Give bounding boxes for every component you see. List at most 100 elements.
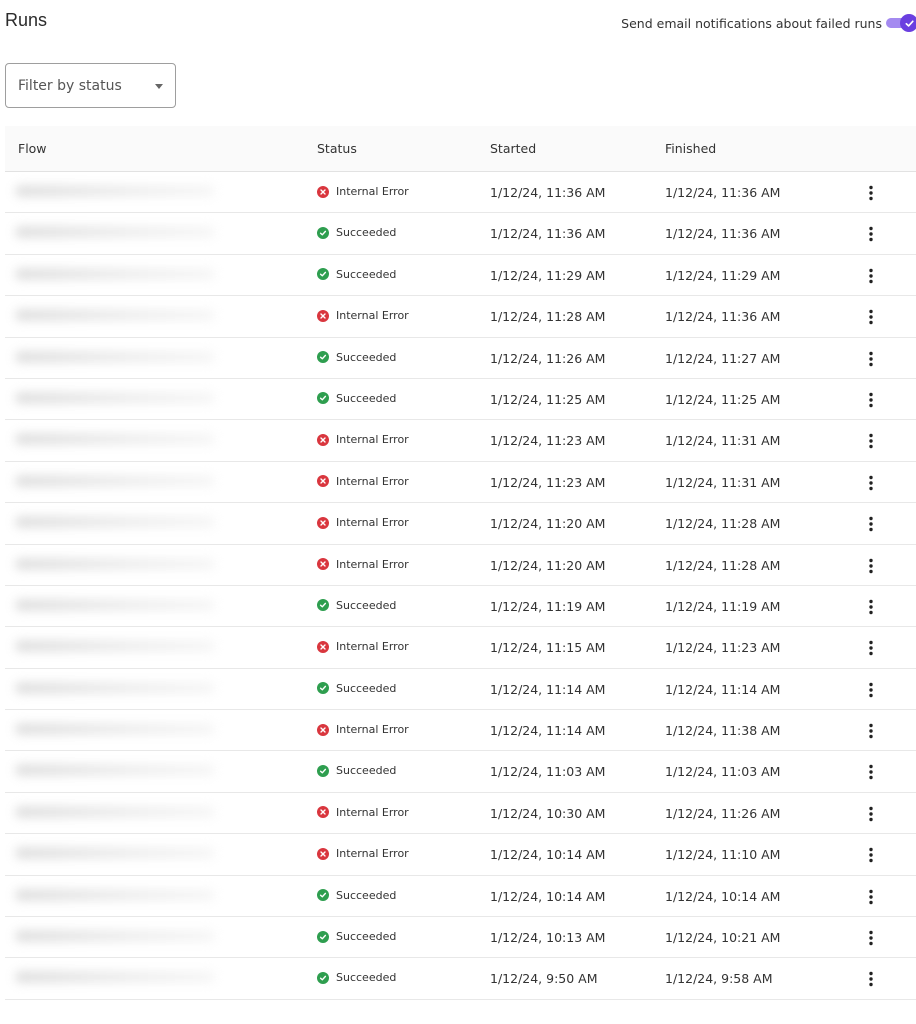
more-options-icon[interactable] [861,223,881,245]
table-row[interactable]: Internal Error 1/12/24, 11:36 AM 1/12/24, … [5,172,916,214]
more-options-icon[interactable] [861,348,881,370]
more-options-icon[interactable] [861,513,881,535]
table-row[interactable]: Internal Error 1/12/24, 11:20 AM 1/12/24, … [5,545,916,586]
status-cell: Internal Error [317,806,409,819]
more-options-icon[interactable] [861,886,881,908]
status-label: Succeeded [336,681,397,695]
more-options-icon[interactable] [861,555,881,577]
finished-time: 1/12/24, 11:36 AM [665,309,781,325]
more-options-icon[interactable] [861,803,881,825]
status-cell: Internal Error [317,640,409,653]
finished-time: 1/12/24, 9:58 AM [665,971,773,987]
status-cell: Internal Error [317,558,409,571]
more-options-icon[interactable] [861,844,881,866]
more-options-icon[interactable] [861,472,881,494]
table-row[interactable]: Succeeded 1/12/24, 9:50 AM 1/12/24, 9:58 A… [5,958,916,1000]
table-row[interactable]: Succeeded 1/12/24, 11:26 AM 1/12/24, 11:27… [5,338,916,379]
status-cell: Succeeded [317,599,396,612]
status-label: Succeeded [336,226,397,240]
table-row[interactable]: Internal Error 1/12/24, 11:20 AM 1/12/24, … [5,503,916,545]
started-time: 1/12/24, 10:14 AM [490,888,606,904]
table-row[interactable]: Succeeded 1/12/24, 11:14 AM 1/12/24, 11:14… [5,669,916,711]
table-body: Internal Error 1/12/24, 11:36 AM 1/12/24, … [5,172,916,1000]
table-row[interactable]: Succeeded 1/12/24, 10:14 AM 1/12/24, 10:14… [5,876,916,918]
finished-time: 1/12/24, 11:25 AM [665,391,781,407]
more-options-icon[interactable] [861,720,881,742]
table-row[interactable]: Succeeded 1/12/24, 11:19 AM 1/12/24, 11:19… [5,586,916,628]
finished-time: 1/12/24, 11:10 AM [665,847,781,863]
started-time: 1/12/24, 10:13 AM [490,930,606,946]
table-row[interactable]: Succeeded 1/12/24, 11:25 AM 1/12/24, 11:25… [5,379,916,421]
more-options-icon[interactable] [861,761,881,783]
table-header: Flow Status Started Finished [5,126,916,172]
success-check-icon [317,971,329,984]
table-row[interactable]: Succeeded 1/12/24, 11:03 AM 1/12/24, 11:03… [5,751,916,793]
success-check-icon [317,226,329,239]
flow-name-redacted [15,350,215,363]
finished-time: 1/12/24, 11:28 AM [665,557,781,573]
table-row[interactable]: Internal Error 1/12/24, 11:28 AM 1/12/24, … [5,296,916,338]
more-options-icon[interactable] [861,679,881,701]
flow-name-redacted [15,557,215,570]
more-options-icon[interactable] [861,637,881,659]
error-icon [317,558,329,571]
more-options-icon[interactable] [861,596,881,618]
column-header-status[interactable]: Status [317,141,357,156]
table-row[interactable]: Internal Error 1/12/24, 11:23 AM 1/12/24, … [5,462,916,504]
started-time: 1/12/24, 11:20 AM [490,557,606,573]
finished-time: 1/12/24, 11:29 AM [665,267,781,283]
started-time: 1/12/24, 11:19 AM [490,598,606,614]
more-options-icon[interactable] [861,265,881,287]
column-header-flow[interactable]: Flow [18,141,47,156]
flow-name-redacted [15,971,215,984]
column-header-finished[interactable]: Finished [665,141,716,156]
check-icon [900,14,916,32]
status-cell: Succeeded [317,764,396,777]
finished-time: 1/12/24, 11:03 AM [665,764,781,780]
more-options-icon[interactable] [861,306,881,328]
status-label: Internal Error [336,557,409,571]
table-row[interactable]: Succeeded 1/12/24, 11:36 AM 1/12/24, 11:36… [5,213,916,255]
success-check-icon [317,392,329,405]
finished-time: 1/12/24, 11:36 AM [665,226,781,242]
status-filter-select[interactable]: Filter by status [5,63,176,108]
finished-time: 1/12/24, 11:38 AM [665,723,781,739]
flow-name-redacted [15,723,215,736]
error-icon [317,806,329,819]
table-row[interactable]: Succeeded 1/12/24, 10:13 AM 1/12/24, 10:21… [5,917,916,959]
flow-name-redacted [15,598,215,611]
started-time: 1/12/24, 11:20 AM [490,516,606,532]
more-options-icon[interactable] [861,389,881,411]
more-options-icon[interactable] [861,430,881,452]
table-row[interactable]: Internal Error 1/12/24, 11:23 AM 1/12/24, … [5,420,916,462]
dropdown-caret-icon [155,84,163,89]
more-options-icon[interactable] [861,182,881,204]
flow-name-redacted [15,226,215,239]
status-cell: Succeeded [317,351,396,364]
finished-time: 1/12/24, 11:31 AM [665,433,781,449]
more-options-icon[interactable] [861,927,881,949]
table-row[interactable]: Internal Error 1/12/24, 11:15 AM 1/12/24, … [5,627,916,669]
table-row[interactable]: Internal Error 1/12/24, 10:30 AM 1/12/24, … [5,793,916,835]
flow-name-redacted [15,681,215,694]
success-check-icon [317,889,329,902]
started-time: 1/12/24, 11:14 AM [490,681,606,697]
success-check-icon [317,930,329,943]
finished-time: 1/12/24, 11:27 AM [665,350,781,366]
status-cell: Internal Error [317,475,409,488]
started-time: 1/12/24, 11:03 AM [490,764,606,780]
finished-time: 1/12/24, 11:26 AM [665,805,781,821]
error-icon [317,847,329,860]
column-header-started[interactable]: Started [490,141,536,156]
error-icon [317,723,329,736]
table-row[interactable]: Internal Error 1/12/24, 11:14 AM 1/12/24, … [5,710,916,752]
status-label: Succeeded [336,267,397,281]
status-cell: Succeeded [317,226,396,239]
more-options-icon[interactable] [861,968,881,990]
finished-time: 1/12/24, 11:28 AM [665,516,781,532]
table-row[interactable]: Internal Error 1/12/24, 10:14 AM 1/12/24, … [5,834,916,876]
status-cell: Succeeded [317,930,396,943]
status-cell: Succeeded [317,889,396,902]
table-row[interactable]: Succeeded 1/12/24, 11:29 AM 1/12/24, 11:29… [5,255,916,297]
email-notification-toggle[interactable] [886,14,916,32]
